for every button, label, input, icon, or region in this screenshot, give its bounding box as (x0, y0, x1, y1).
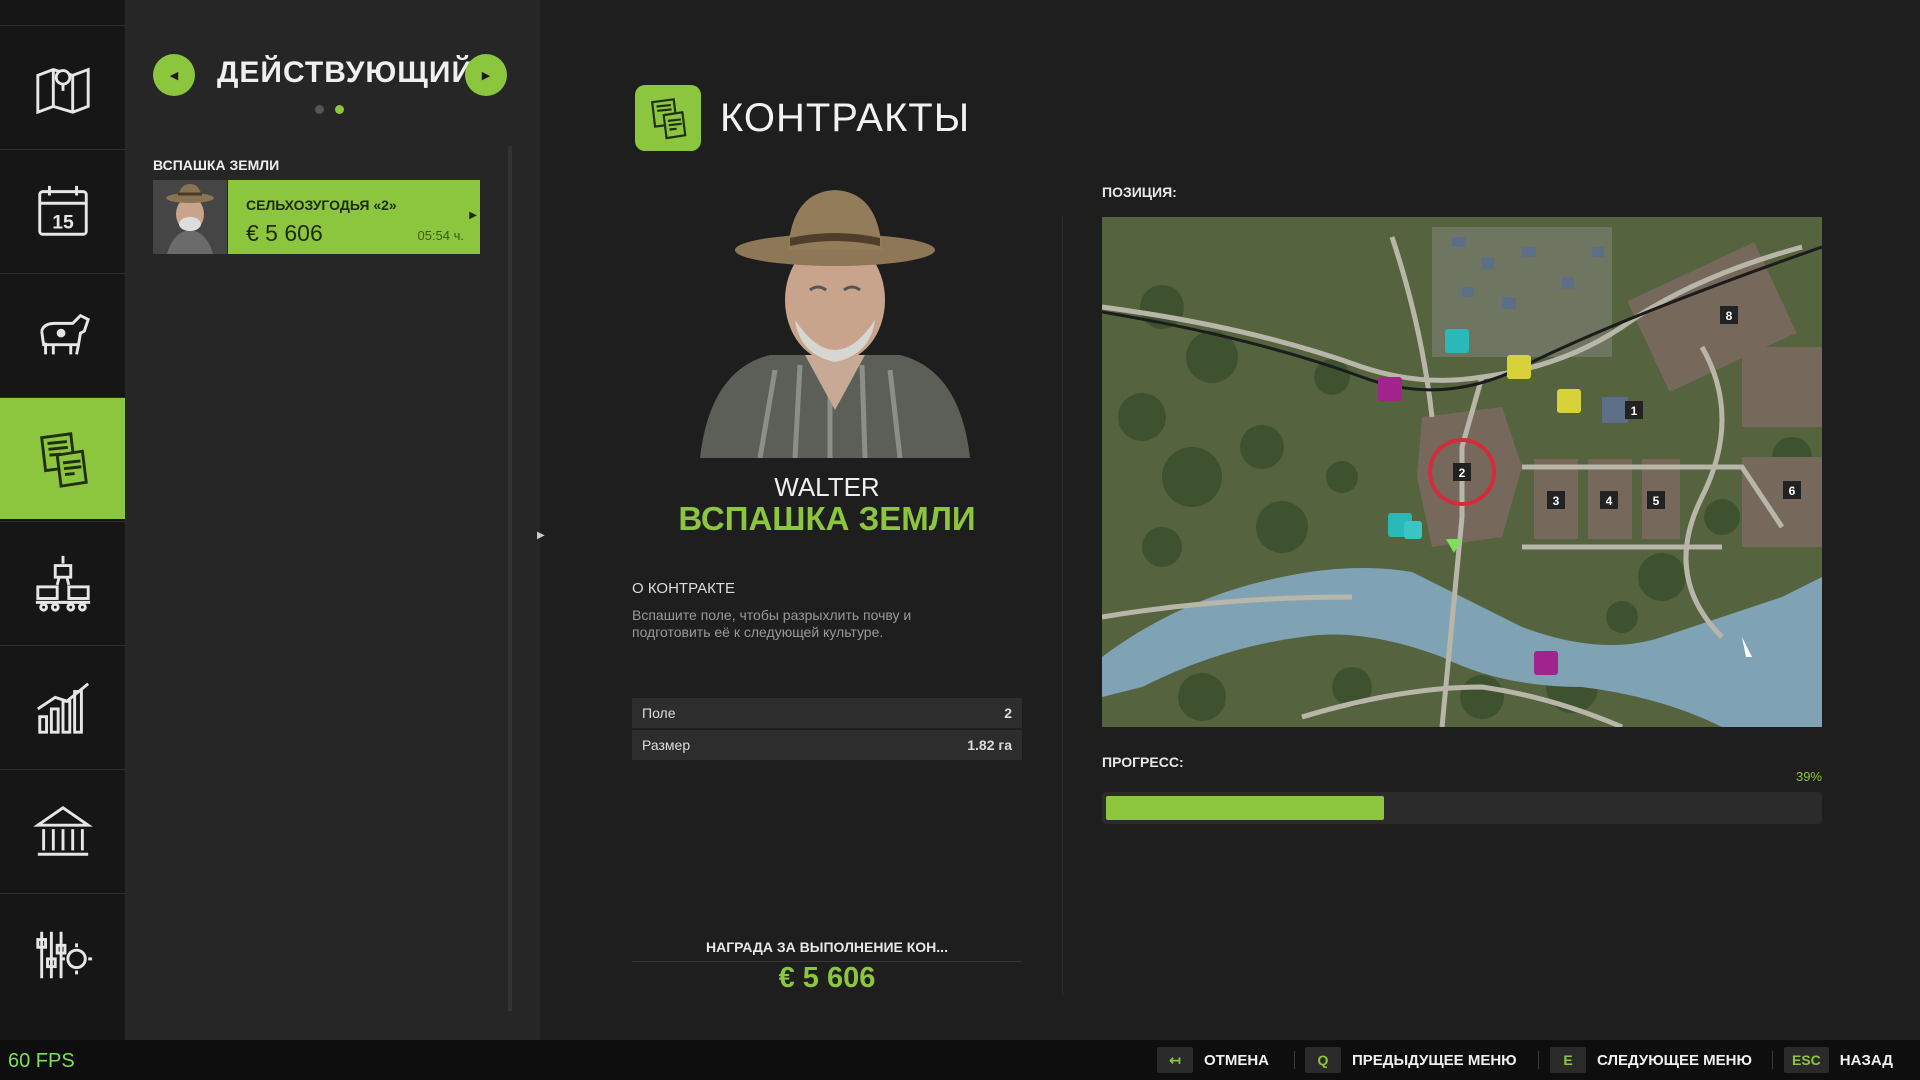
arrow-left-icon: ◀ (169, 69, 179, 82)
rail-item-settings[interactable] (0, 893, 125, 1015)
chevron-right-icon: ▶ (469, 210, 477, 221)
info-value: 2 (1004, 705, 1012, 721)
key-q: Q (1305, 1047, 1341, 1073)
contracts-header-icon (635, 85, 701, 151)
contract-list-panel: ◀ ДЕЙСТВУЮЩИЙ ▶ ВСПАШКА ЗЕМЛИ СЕЛЬХОЗУГО… (125, 0, 540, 1040)
hint-next-menu[interactable]: E СЛЕДУЮЩЕЕ МЕНЮ (1550, 1047, 1752, 1073)
contracts-icon (39, 431, 88, 488)
rail-item-calendar[interactable]: 15 (0, 149, 125, 271)
rail-item-prices[interactable] (0, 645, 125, 767)
bank-icon (32, 805, 93, 856)
about-label: О КОНТРАКТЕ (632, 580, 735, 597)
npc-name: WALTER (774, 472, 880, 502)
field-label: 8 (1726, 309, 1733, 323)
job-reward: € 5 606 (246, 220, 323, 246)
cow-icon (39, 313, 90, 355)
hint-cancel[interactable]: ↤ ОТМЕНА (1157, 1047, 1269, 1073)
key-e: E (1550, 1047, 1586, 1073)
page-dot[interactable] (315, 105, 324, 114)
info-key: Поле (642, 705, 676, 721)
filter-title: ДЕЙСТВУЮЩИЙ (217, 56, 475, 89)
contract-list-item[interactable]: СЕЛЬХОЗУГОДЬЯ «2» € 5 606 05:54 ч. ▶ (153, 180, 480, 254)
calendar-icon: 15 (37, 185, 88, 236)
rail-item-production[interactable] (0, 521, 125, 643)
info-row-size: Размер 1.82 га (632, 730, 1022, 760)
key-backspace-icon: ↤ (1157, 1047, 1193, 1073)
rail-item-contracts[interactable] (0, 397, 135, 519)
divider (1538, 1051, 1539, 1069)
page-dot-active[interactable] (335, 105, 344, 114)
farmland-label: СЕЛЬХОЗУГОДЬЯ «2» (246, 197, 397, 213)
svg-text:15: 15 (52, 211, 74, 233)
rail-item-animals[interactable] (0, 273, 125, 395)
production-icon (35, 555, 90, 612)
job-time-left: 05:54 ч. (417, 228, 464, 243)
field-label: 6 (1789, 484, 1796, 498)
fps-counter: 60 FPS (8, 1050, 75, 1072)
key-esc: ESC (1784, 1047, 1829, 1073)
progress-percent: 39% (1795, 769, 1822, 784)
field-label: 4 (1606, 494, 1613, 508)
progress-fill (1106, 796, 1384, 820)
next-filter-button[interactable]: ▶ (465, 54, 507, 96)
rail-item-finances[interactable] (0, 769, 125, 891)
field-label: 1 (1631, 404, 1638, 418)
contract-name: ВСПАШКА ЗЕМЛИ (678, 500, 976, 537)
contract-list-item-body: СЕЛЬХОЗУГОДЬЯ «2» € 5 606 05:54 ч. ▶ (228, 180, 480, 254)
hint-label: НАЗАД (1839, 1051, 1893, 1069)
bottom-bar: 60 FPS ↤ ОТМЕНА Q ПРЕДЫДУЩЕЕ МЕНЮ E СЛЕД… (0, 1040, 1920, 1080)
arrow-right-icon: ▶ (481, 69, 491, 82)
rail-item-map[interactable] (0, 25, 125, 147)
minimap[interactable]: 1 2 3 4 5 6 8 (1102, 217, 1822, 727)
info-key: Размер (642, 737, 691, 753)
list-scrollbar[interactable] (508, 146, 512, 1011)
npc-avatar (153, 180, 227, 254)
info-row-field: Поле 2 (632, 698, 1022, 728)
map-icon (35, 66, 90, 114)
hint-label: ПРЕДЫДУЩЕЕ МЕНЮ (1352, 1051, 1517, 1069)
divider (1294, 1051, 1295, 1069)
settings-icon (35, 931, 92, 978)
group-label: ВСПАШКА ЗЕМЛИ (153, 157, 280, 173)
npc-portrait (700, 180, 970, 459)
position-label: ПОЗИЦИЯ: (1102, 184, 1177, 200)
prev-filter-button[interactable]: ◀ (153, 54, 195, 96)
progress-label: ПРОГРЕСС: (1102, 754, 1184, 770)
collapse-arrow-icon[interactable]: ▶ (537, 530, 545, 541)
reward-value: € 5 606 (778, 962, 876, 994)
divider (1062, 215, 1063, 995)
field-label: 2 (1459, 466, 1466, 480)
hint-back[interactable]: ESC НАЗАД (1784, 1047, 1893, 1073)
info-value: 1.82 га (967, 737, 1012, 753)
hint-prev-menu[interactable]: Q ПРЕДЫДУЩЕЕ МЕНЮ (1305, 1047, 1517, 1073)
about-text: Вспашите поле, чтобы разрыхлить почву и … (632, 607, 912, 640)
progress-bar (1102, 792, 1822, 824)
hint-label: СЛЕДУЮЩЕЕ МЕНЮ (1597, 1051, 1752, 1069)
page-title: КОНТРАКТЫ (720, 96, 971, 140)
field-label: 5 (1653, 494, 1660, 508)
reward-label: НАГРАДА ЗА ВЫПОЛНЕНИЕ КОН... (632, 939, 1022, 962)
divider (1772, 1051, 1773, 1069)
menu-rail: 15 (0, 0, 135, 1040)
field-label: 3 (1553, 494, 1560, 508)
hint-label: ОТМЕНА (1204, 1051, 1269, 1069)
chart-icon (36, 682, 89, 734)
